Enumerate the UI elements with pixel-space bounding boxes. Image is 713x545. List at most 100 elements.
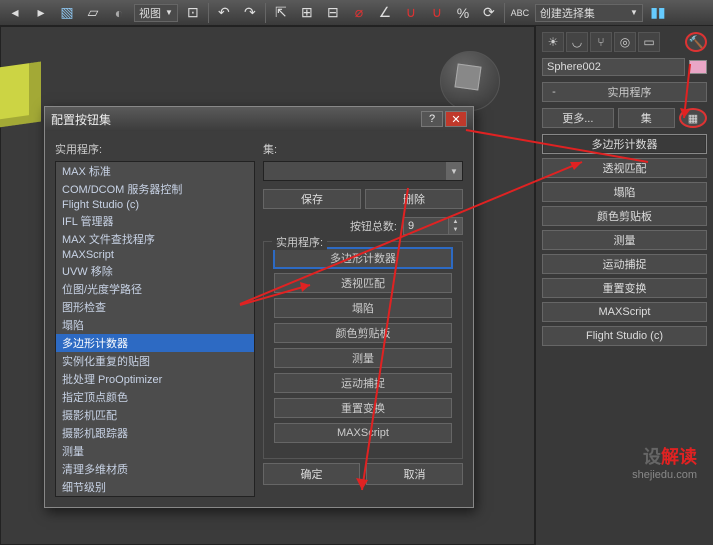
redo-icon[interactable]: ↷ bbox=[239, 3, 261, 23]
slot-motion-capture[interactable]: 运动捕捉 bbox=[274, 373, 452, 393]
viewport-dropdown[interactable]: 视图 ▼ bbox=[134, 4, 178, 22]
dialog-titlebar[interactable]: 配置按钮集 ? ✕ bbox=[45, 107, 473, 131]
sphere-icon[interactable]: ◐ bbox=[108, 3, 130, 23]
chevron-down-icon: ▼ bbox=[630, 8, 638, 17]
snap-icon[interactable]: ⊞ bbox=[296, 3, 318, 23]
list-item[interactable]: 多边形计数器 bbox=[56, 334, 254, 352]
list-item[interactable]: 指定顶点颜色 bbox=[56, 388, 254, 406]
box-icon[interactable]: ▧ bbox=[56, 3, 78, 23]
angle-snap-icon[interactable]: ∠ bbox=[374, 3, 396, 23]
slot-reset-xform[interactable]: 重置变换 bbox=[274, 398, 452, 418]
panel-tabs: ☀ ◡ ⑂ ◎ ▭ 🔨 bbox=[542, 32, 707, 52]
plane-icon[interactable]: ▱ bbox=[82, 3, 104, 23]
object-name-input[interactable] bbox=[542, 58, 685, 76]
slot-color-clipboard[interactable]: 颜色剪贴板 bbox=[274, 323, 452, 343]
save-button[interactable]: 保存 bbox=[263, 189, 361, 209]
create-set-label: 创建选择集 bbox=[540, 5, 595, 21]
object-color-swatch[interactable] bbox=[689, 60, 707, 74]
utilities-group-label: 实用程序: bbox=[272, 234, 327, 250]
slot-collapse[interactable]: 塌陷 bbox=[274, 298, 452, 318]
utility-maxscript[interactable]: MAXScript bbox=[542, 302, 707, 322]
magnet2-icon[interactable]: ∪ bbox=[426, 3, 448, 23]
undo-icon[interactable]: ↶ bbox=[213, 3, 235, 23]
set-dropdown[interactable]: ▼ bbox=[263, 161, 463, 181]
viewport-object-cube bbox=[0, 61, 41, 128]
toolbar-separator bbox=[265, 3, 266, 23]
magnet-icon[interactable]: ∪ bbox=[400, 3, 422, 23]
list-item[interactable]: MAX 文件查找程序 bbox=[56, 230, 254, 248]
hammer-tab-icon[interactable]: 🔨 bbox=[685, 32, 707, 52]
list-item[interactable]: 资源收集器 bbox=[56, 496, 254, 497]
motion-tab-icon[interactable]: ◎ bbox=[614, 32, 636, 52]
list-item[interactable]: 塌陷 bbox=[56, 316, 254, 334]
percent-icon[interactable]: % bbox=[452, 3, 474, 23]
nav-fwd-icon[interactable]: ▸ bbox=[30, 3, 52, 23]
top-toolbar: ◂ ▸ ▧ ▱ ◐ 视图 ▼ ⊡ ↶ ↷ ⇱ ⊞ ⊟ ⌀ ∠ ∪ ∪ % ⟳ A… bbox=[0, 0, 713, 26]
utility-perspective-match[interactable]: 透视匹配 bbox=[542, 158, 707, 178]
ok-button[interactable]: 确定 bbox=[263, 463, 360, 485]
list-item[interactable]: 清理多维材质 bbox=[56, 460, 254, 478]
list-item[interactable]: Flight Studio (c) bbox=[56, 198, 254, 212]
nav-back-icon[interactable]: ◂ bbox=[4, 3, 26, 23]
create-set-dropdown[interactable]: 创建选择集 ▼ bbox=[535, 4, 643, 22]
list-item[interactable]: 测量 bbox=[56, 442, 254, 460]
utility-measure[interactable]: 测量 bbox=[542, 230, 707, 250]
utility-button-list: 多边形计数器 透视匹配 塌陷 颜色剪贴板 测量 运动捕捉 重置变换 MAXScr… bbox=[542, 134, 707, 346]
view-cube-gizmo[interactable] bbox=[440, 51, 500, 111]
watermark-char: 设 bbox=[643, 447, 661, 467]
configure-button[interactable]: ▦ bbox=[679, 108, 707, 128]
hierarchy-tab-icon[interactable]: ⑂ bbox=[590, 32, 612, 52]
utilities-listbox[interactable]: MAX 标准COM/DCOM 服务器控制Flight Studio (c)IFL… bbox=[55, 161, 255, 497]
utility-polygon-counter[interactable]: 多边形计数器 bbox=[542, 134, 707, 154]
list-item[interactable]: 摄影机跟踪器 bbox=[56, 424, 254, 442]
set-button[interactable]: 集 bbox=[618, 108, 675, 128]
align-icon[interactable]: ⇱ bbox=[270, 3, 292, 23]
spin-up-icon[interactable]: ▲ bbox=[448, 218, 462, 226]
list-item[interactable]: MAX 标准 bbox=[56, 162, 254, 180]
list-item[interactable]: 批处理 ProOptimizer bbox=[56, 370, 254, 388]
delete-button[interactable]: 删除 bbox=[365, 189, 463, 209]
list-item[interactable]: COM/DCOM 服务器控制 bbox=[56, 180, 254, 198]
utility-reset-xform[interactable]: 重置变换 bbox=[542, 278, 707, 298]
gizmo-cube bbox=[454, 63, 481, 90]
mirror-icon[interactable]: ▮▮ bbox=[647, 3, 669, 23]
slot-measure[interactable]: 测量 bbox=[274, 348, 452, 368]
utility-motion-capture[interactable]: 运动捕捉 bbox=[542, 254, 707, 274]
slot-perspective-match[interactable]: 透视匹配 bbox=[274, 273, 452, 293]
list-item[interactable]: 实例化重复的贴图 bbox=[56, 352, 254, 370]
button-total-spinner[interactable]: ▲▼ bbox=[403, 217, 463, 235]
slot-polygon-counter[interactable]: 多边形计数器 bbox=[274, 248, 452, 268]
collapse-icon: - bbox=[549, 86, 559, 98]
abc-icon[interactable]: ABC bbox=[509, 3, 531, 23]
utility-color-clipboard[interactable]: 颜色剪贴板 bbox=[542, 206, 707, 226]
spin-down-icon[interactable]: ▼ bbox=[448, 226, 462, 234]
cancel-button[interactable]: 取消 bbox=[366, 463, 463, 485]
list-item[interactable]: 图形检查 bbox=[56, 298, 254, 316]
rollout-title: 实用程序 bbox=[559, 84, 700, 100]
spinner-icon[interactable]: ⟳ bbox=[478, 3, 500, 23]
utilities-tab-icon[interactable]: ▭ bbox=[638, 32, 660, 52]
utilities-rollout-header[interactable]: - 实用程序 bbox=[542, 82, 707, 102]
chevron-down-icon: ▼ bbox=[446, 162, 462, 180]
list-item[interactable]: UVW 移除 bbox=[56, 262, 254, 280]
grid-icon[interactable]: ⊟ bbox=[322, 3, 344, 23]
utilities-list-label: 实用程序: bbox=[55, 141, 255, 157]
list-item[interactable]: 细节级别 bbox=[56, 478, 254, 496]
list-item[interactable]: 摄影机匹配 bbox=[56, 406, 254, 424]
more-button[interactable]: 更多... bbox=[542, 108, 614, 128]
utility-flight-studio[interactable]: Flight Studio (c) bbox=[542, 326, 707, 346]
button-total-input[interactable] bbox=[404, 218, 448, 234]
list-item[interactable]: MAXScript bbox=[56, 248, 254, 262]
snap-toggle-icon[interactable]: ⌀ bbox=[348, 3, 370, 23]
keyframe-icon[interactable]: ⊡ bbox=[182, 3, 204, 23]
list-item[interactable]: IFL 管理器 bbox=[56, 212, 254, 230]
utility-collapse[interactable]: 塌陷 bbox=[542, 182, 707, 202]
slot-maxscript[interactable]: MAXScript bbox=[274, 423, 452, 443]
modify-tab-icon[interactable]: ◡ bbox=[566, 32, 588, 52]
help-button[interactable]: ? bbox=[421, 111, 443, 127]
close-button[interactable]: ✕ bbox=[445, 111, 467, 127]
utilities-group: 实用程序: 多边形计数器 透视匹配 塌陷 颜色剪贴板 测量 运动捕捉 重置变换 … bbox=[263, 241, 463, 459]
list-item[interactable]: 位图/光度学路径 bbox=[56, 280, 254, 298]
display-tab-icon[interactable]: ☀ bbox=[542, 32, 564, 52]
toolbar-separator bbox=[504, 3, 505, 23]
